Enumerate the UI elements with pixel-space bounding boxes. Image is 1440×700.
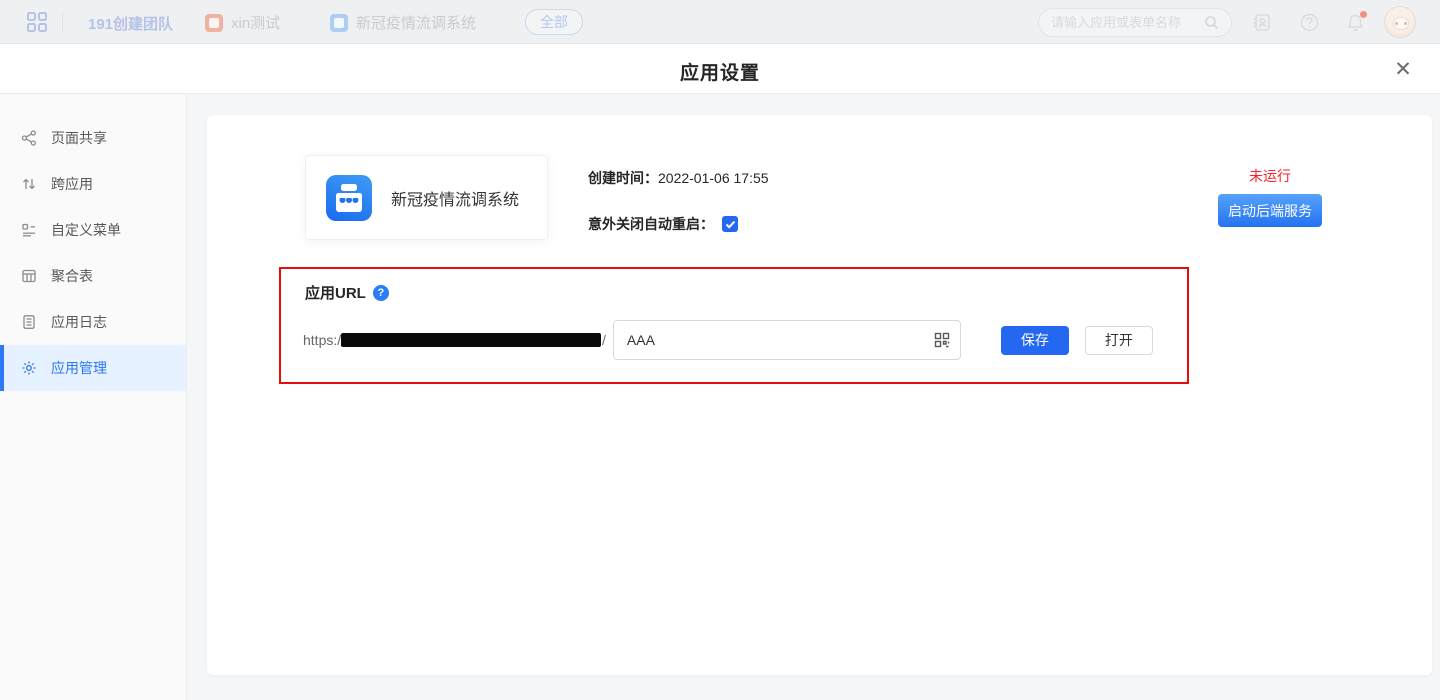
sidebar-item-label: 页面共享	[51, 128, 107, 148]
redacted-url-bar	[341, 333, 601, 347]
topbar-search[interactable]	[1038, 8, 1232, 37]
sidebar-item-label: 跨应用	[51, 174, 93, 194]
app-name: 新冠疫情流调系统	[391, 186, 519, 210]
modal-titlebar: 应用设置 ✕	[0, 44, 1440, 94]
sidebar-item-custom-menu[interactable]: 自定义菜单	[0, 207, 186, 253]
status-badge: 未运行	[1211, 166, 1329, 186]
url-suffix: /	[602, 332, 606, 348]
app-url-label: 应用URL	[305, 282, 366, 303]
help-icon[interactable]	[1300, 13, 1319, 32]
url-slug-input[interactable]	[613, 320, 961, 360]
help-circle-icon[interactable]: ?	[373, 285, 389, 301]
auto-restart-label: 意外关闭自动重启：	[588, 214, 714, 234]
settings-content: 新冠疫情流调系统 创建时间： 2022-01-06 17:55 意外关闭自动重启…	[187, 94, 1440, 700]
app-tab-xin-test[interactable]: xin测试	[205, 12, 280, 33]
sidebar-item-app-log[interactable]: 应用日志	[0, 299, 186, 345]
sidebar-item-label: 应用管理	[51, 358, 107, 378]
user-avatar[interactable]	[1384, 6, 1416, 38]
team-name[interactable]: 191创建团队	[88, 13, 173, 34]
app-tab-label: xin测试	[231, 12, 280, 33]
search-input[interactable]	[1051, 15, 1196, 30]
notification-badge	[1360, 11, 1367, 18]
custom-menu-icon	[21, 222, 37, 238]
close-icon[interactable]: ✕	[1390, 56, 1416, 82]
app-tab-icon	[330, 14, 348, 32]
app-tab-covid-system[interactable]: 新冠疫情流调系统	[330, 12, 476, 33]
apps-grid-icon[interactable]	[26, 11, 48, 33]
app-tab-label: 新冠疫情流调系统	[356, 12, 476, 33]
sidebar-item-page-share[interactable]: 页面共享	[0, 115, 186, 161]
topbar-divider	[62, 12, 63, 32]
share-icon	[21, 130, 37, 146]
annotation-rectangle: 应用URL ? https:// /	[279, 267, 1189, 384]
gear-icon	[21, 360, 37, 376]
app-store-icon	[326, 175, 372, 221]
sidebar-item-cross-app[interactable]: 跨应用	[0, 161, 186, 207]
open-button[interactable]: 打开	[1085, 326, 1153, 355]
app-tab-icon	[205, 14, 223, 32]
sidebar-item-app-management[interactable]: 应用管理	[0, 345, 186, 391]
app-info-card: 新冠疫情流调系统	[305, 155, 548, 240]
page-title: 应用设置	[0, 58, 1440, 85]
sidebar-item-label: 自定义菜单	[51, 220, 121, 240]
created-time-label: 创建时间：	[588, 168, 658, 188]
url-prefix: https://	[303, 332, 345, 348]
created-time-value: 2022-01-06 17:55	[658, 170, 769, 186]
app-settings-screen: 191创建团队 xin测试 新冠疫情流调系统 全部	[0, 0, 1440, 700]
settings-sidebar: 页面共享 跨应用 自定	[0, 94, 187, 700]
sidebar-item-label: 聚合表	[51, 266, 93, 286]
log-icon	[21, 314, 37, 330]
auto-restart-checkbox[interactable]	[722, 216, 738, 232]
swap-icon	[21, 176, 37, 192]
contacts-icon[interactable]	[1252, 13, 1271, 32]
search-icon[interactable]	[1204, 15, 1219, 30]
notifications-bell-icon[interactable]	[1346, 13, 1365, 32]
save-button[interactable]: 保存	[1001, 326, 1069, 355]
sidebar-item-label: 应用日志	[51, 312, 107, 332]
settings-card: 新冠疫情流调系统 创建时间： 2022-01-06 17:55 意外关闭自动重启…	[207, 115, 1432, 675]
sidebar-item-aggregate-table[interactable]: 聚合表	[0, 253, 186, 299]
all-apps-pill[interactable]: 全部	[525, 9, 583, 35]
topbar: 191创建团队 xin测试 新冠疫情流调系统 全部	[0, 0, 1440, 44]
aggregate-table-icon	[21, 268, 37, 284]
start-backend-service-button[interactable]: 启动后端服务	[1218, 194, 1322, 227]
qr-code-icon[interactable]	[934, 332, 950, 348]
